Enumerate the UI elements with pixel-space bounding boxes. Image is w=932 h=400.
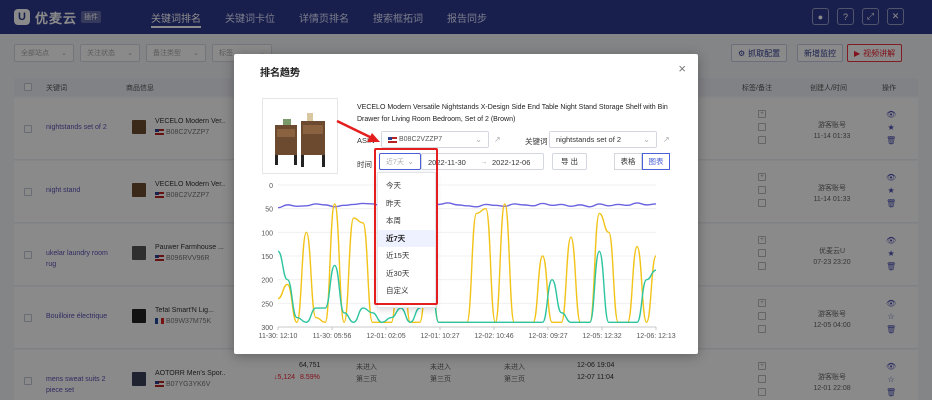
x-tick-label: 12-06: 12:13 [636, 333, 675, 340]
x-tick-label: 12-01: 02:05 [366, 333, 405, 340]
x-tick-label: 12-05: 12:32 [582, 333, 621, 340]
y-tick-label: 300 [261, 325, 273, 332]
x-tick-label: 12-02: 10:46 [474, 333, 513, 340]
time-range-option[interactable]: 近30天 [378, 265, 435, 283]
time-range-dropdown: 今天 昨天 本周 近7天 近15天 近30天 自定义 [377, 172, 436, 308]
time-range-option[interactable]: 近15天 [378, 247, 435, 265]
time-range-option[interactable]: 今天 [378, 177, 435, 195]
time-range-option[interactable]: 自定义 [378, 282, 435, 300]
x-tick-label: 11-30: 05:56 [313, 333, 352, 340]
y-tick-label: 0 [269, 183, 273, 190]
y-tick-label: 250 [261, 301, 273, 308]
rank-trend-chart: 0 50 100 150 200 250 30011-30: 12:10 11-30: 05:… [259, 183, 676, 340]
y-tick-label: 100 [261, 230, 273, 237]
rank-trend-modal: 排名趋势 × VECELO Modern Versatile Nightstan… [234, 54, 698, 354]
time-range-option[interactable]: 昨天 [378, 195, 435, 213]
time-range-option[interactable]: 本周 [378, 212, 435, 230]
series-line-2 [277, 203, 657, 323]
y-tick-label: 150 [261, 254, 273, 261]
y-tick-label: 200 [261, 278, 273, 285]
x-tick-label: 12-03: 09:27 [528, 333, 567, 340]
time-range-option[interactable]: 近7天 [378, 229, 435, 247]
x-tick-label: 11-30: 12:10 [259, 333, 298, 340]
y-tick-label: 50 [265, 207, 273, 214]
x-tick-label: 12-01: 10:27 [420, 333, 459, 340]
series-line-3 [277, 250, 657, 323]
